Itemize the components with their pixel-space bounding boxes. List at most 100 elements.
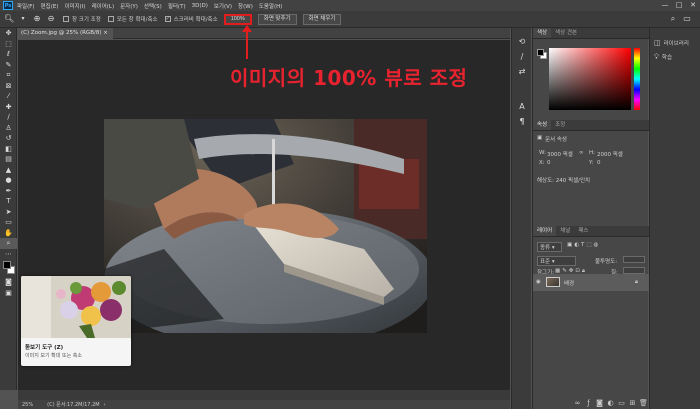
close-tab-icon[interactable]: × <box>103 30 108 36</box>
tab-adjustments[interactable]: 조정 <box>551 120 569 130</box>
tab-swatches[interactable]: 색상 견본 <box>551 28 581 38</box>
props-width[interactable]: 3000 픽셀 <box>547 150 573 158</box>
pen-tool-icon[interactable]: ✒ <box>0 186 17 197</box>
type-tool-icon[interactable]: T <box>0 196 17 207</box>
scrubby-zoom-checkbox[interactable]: ✓ 스크러비 확대/축소 <box>164 15 218 23</box>
history-icon[interactable]: ⟲ <box>512 34 532 49</box>
layer-kind-select[interactable]: 종류 ▾ <box>537 242 562 252</box>
rectangle-tool-icon[interactable]: ▭ <box>0 217 17 228</box>
fill-field[interactable] <box>623 267 645 274</box>
layer-filter-icons[interactable]: ▣◐T⬚◍ <box>567 242 600 248</box>
zoom-out-icon[interactable]: ⊖ <box>46 14 56 24</box>
delete-layer-icon[interactable]: 🗑︎ <box>638 399 649 407</box>
foreground-color-swatch[interactable] <box>3 261 11 269</box>
fit-screen-button[interactable]: 화면 맞추기 <box>257 13 297 25</box>
link-icon[interactable]: ∞ <box>579 150 584 156</box>
layer-name[interactable]: 배경 <box>564 279 574 287</box>
hand-tool-icon[interactable]: ✋ <box>0 228 17 239</box>
tab-color[interactable]: 색상 <box>533 28 552 38</box>
workspace-icon[interactable]: ▭ <box>682 14 692 24</box>
healing-brush-tool-icon[interactable]: ✚ <box>0 102 17 113</box>
menu-layer[interactable]: 레이어(L) <box>92 2 115 10</box>
menu-view[interactable]: 보기(V) <box>214 2 232 10</box>
layer-row-background[interactable]: ◉ 배경 🔒︎ <box>533 274 649 291</box>
props-x[interactable]: 0 <box>547 160 551 166</box>
more-tools-icon[interactable]: ⋯ <box>0 249 17 260</box>
fg-bg-swatch[interactable] <box>537 49 547 59</box>
close-icon[interactable]: ✕ <box>686 0 700 11</box>
tab-layers[interactable]: 레이어 <box>533 226 557 236</box>
document-image[interactable] <box>104 119 427 333</box>
search-icon[interactable]: ⌕ <box>668 14 678 24</box>
character-icon[interactable]: A <box>512 99 532 114</box>
path-select-tool-icon[interactable]: ➤ <box>0 207 17 218</box>
zoom-tool-icon[interactable]: 🔍︎ <box>4 14 14 24</box>
eraser-tool-icon[interactable]: ◧ <box>0 144 17 155</box>
document-tab[interactable]: (C) Zoom.jpg @ 25% (RGB/8) × <box>18 28 113 39</box>
libraries-item[interactable]: ◫ 라이브러리 <box>650 36 700 50</box>
new-group-icon[interactable]: ▭ <box>616 399 627 407</box>
zoom-100-button[interactable]: 100% <box>223 13 252 25</box>
move-tool-icon[interactable]: ✥ <box>0 28 17 39</box>
frame-tool-icon[interactable]: ⊠ <box>0 81 17 92</box>
lasso-tool-icon[interactable]: ℓ <box>0 49 17 60</box>
link-layers-icon[interactable]: ∞ <box>572 399 583 407</box>
color-swatches[interactable] <box>0 259 16 277</box>
resize-windows-checkbox[interactable]: 창 크기 조정 <box>63 15 101 23</box>
learn-item[interactable]: 💡︎ 학습 <box>650 50 700 64</box>
menu-edit[interactable]: 편집(E) <box>41 2 59 10</box>
stamp-tool-icon[interactable]: ♙ <box>0 123 17 134</box>
menu-select[interactable]: 선택(S) <box>144 2 162 10</box>
menu-image[interactable]: 이미지(I) <box>64 2 85 10</box>
gradient-tool-icon[interactable]: ▤ <box>0 154 17 165</box>
color-picker-field[interactable] <box>549 48 631 110</box>
props-y[interactable]: 0 <box>597 160 601 166</box>
props-height[interactable]: 2000 픽셀 <box>597 150 623 158</box>
lock-icon: 🔒︎ <box>635 279 638 285</box>
crop-tool-icon[interactable]: ⌗ <box>0 70 17 81</box>
dodge-tool-icon[interactable]: ● <box>0 175 17 186</box>
menu-filter[interactable]: 필터(T) <box>168 2 186 10</box>
eyedropper-tool-icon[interactable]: ⁄ <box>0 91 17 102</box>
tab-channels[interactable]: 채널 <box>556 226 574 236</box>
minimize-icon[interactable]: — <box>658 0 672 11</box>
layer-filter-row: 종류 ▾ ▣◐T⬚◍ <box>533 240 649 253</box>
screen-mode-icon[interactable]: ▣ <box>0 288 17 299</box>
menu-type[interactable]: 문자(Y) <box>120 2 138 10</box>
quick-select-tool-icon[interactable]: ✎ <box>0 60 17 71</box>
adjustment-layer-icon[interactable]: ◐ <box>605 399 616 407</box>
props-y-label: Y: <box>589 160 594 166</box>
maximize-icon[interactable]: □ <box>672 0 686 11</box>
brush-settings-icon[interactable]: ∕ <box>512 49 532 64</box>
blur-tool-icon[interactable]: ▲ <box>0 165 17 176</box>
new-layer-icon[interactable]: ⊞ <box>627 399 638 407</box>
fx-icon[interactable]: ƒ <box>583 399 594 407</box>
menu-3d[interactable]: 3D(D) <box>192 3 208 9</box>
menu-help[interactable]: 도움말(H) <box>259 2 283 10</box>
marquee-tool-icon[interactable]: ⬚ <box>0 39 17 50</box>
adjust-icon[interactable]: ⇄ <box>512 64 532 79</box>
zoom-tool-selected-icon[interactable]: ⌕ <box>0 238 17 249</box>
tab-paths[interactable]: 패스 <box>574 226 592 236</box>
status-zoom[interactable]: 25% <box>22 402 33 408</box>
foreground-swatch[interactable] <box>537 49 544 56</box>
chevron-right-icon[interactable]: › <box>104 402 106 408</box>
visibility-eye-icon[interactable]: ◉ <box>536 279 541 285</box>
add-mask-icon[interactable]: ◙ <box>594 399 605 407</box>
brush-tool-icon[interactable]: ∕ <box>0 112 17 123</box>
properties-panel: 속성 조정 ▣ 문서 속성 W: 3000 픽셀 ∞ H: 2000 픽셀 X:… <box>533 120 649 232</box>
tab-properties[interactable]: 속성 <box>533 120 552 130</box>
zoom-all-windows-checkbox[interactable]: 모든 창 확대/축소 <box>107 15 158 23</box>
history-brush-tool-icon[interactable]: ↺ <box>0 133 17 144</box>
opacity-field[interactable] <box>623 256 645 263</box>
blend-mode-select[interactable]: 표준 ▾ <box>537 256 576 266</box>
chevron-down-icon[interactable]: ▾ <box>18 14 28 24</box>
menu-file[interactable]: 파일(F) <box>17 2 35 10</box>
fill-screen-button[interactable]: 화면 채우기 <box>302 13 342 25</box>
quick-mask-icon[interactable]: ◙ <box>0 277 17 288</box>
menu-window[interactable]: 창(W) <box>238 2 253 10</box>
hue-slider[interactable] <box>634 48 640 110</box>
paragraph-icon[interactable]: ¶ <box>512 114 532 129</box>
zoom-in-icon[interactable]: ⊕ <box>32 14 42 24</box>
horizontal-scrollbar[interactable] <box>18 390 510 400</box>
